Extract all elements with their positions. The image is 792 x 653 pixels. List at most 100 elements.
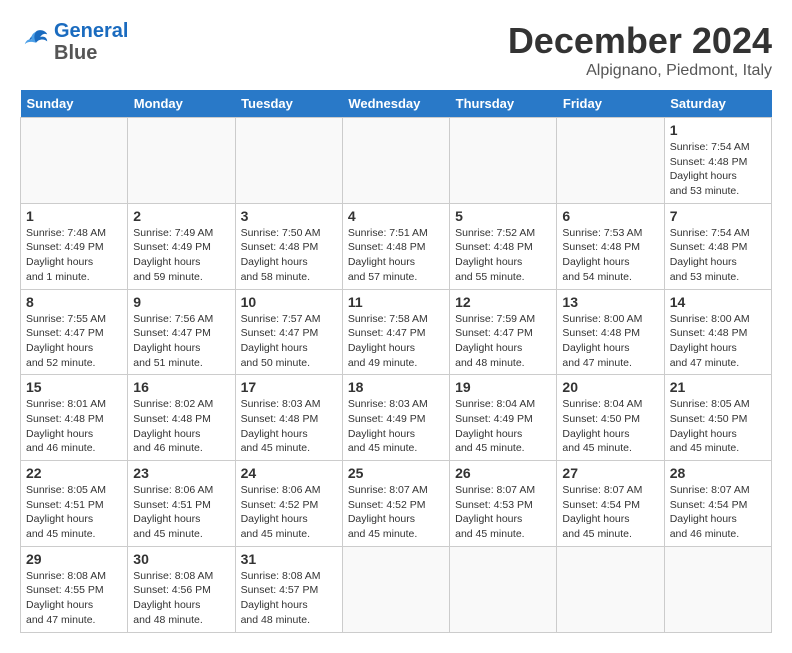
day-number: 8 bbox=[26, 294, 122, 310]
calendar-cell: 18 Sunrise: 8:03 AMSunset: 4:49 PMDayligh… bbox=[342, 375, 449, 461]
day-info: Sunrise: 7:55 AMSunset: 4:47 PMDaylight … bbox=[26, 312, 122, 371]
calendar-cell bbox=[557, 546, 664, 632]
day-info: Sunrise: 8:02 AMSunset: 4:48 PMDaylight … bbox=[133, 397, 229, 456]
calendar-cell: 11Sunrise: 7:58 AMSunset: 4:47 PMDayligh… bbox=[342, 289, 449, 375]
calendar-cell bbox=[342, 118, 449, 204]
day-info: Sunrise: 8:01 AMSunset: 4:48 PMDaylight … bbox=[26, 397, 122, 456]
day-number: 7 bbox=[670, 208, 766, 224]
calendar-cell: 10Sunrise: 7:57 AMSunset: 4:47 PMDayligh… bbox=[235, 289, 342, 375]
day-info: Sunrise: 7:57 AMSunset: 4:47 PMDaylight … bbox=[241, 312, 337, 371]
calendar-week-row: 15 Sunrise: 8:01 AMSunset: 4:48 PMDayligh… bbox=[21, 375, 772, 461]
location: Alpignano, Piedmont, Italy bbox=[508, 62, 772, 80]
calendar-week-row: 1 Sunrise: 7:48 AMSunset: 4:49 PMDaylight… bbox=[21, 203, 772, 289]
calendar-cell: 31 Sunrise: 8:08 AMSunset: 4:57 PMDayligh… bbox=[235, 546, 342, 632]
day-info: Sunrise: 8:03 AMSunset: 4:49 PMDaylight … bbox=[348, 397, 444, 456]
day-number: 21 bbox=[670, 379, 766, 395]
page-header: General Blue December 2024 Alpignano, Pi… bbox=[20, 20, 772, 80]
day-info: Sunrise: 8:07 AMSunset: 4:54 PMDaylight … bbox=[670, 483, 766, 542]
day-number: 28 bbox=[670, 465, 766, 481]
logo: General Blue bbox=[20, 20, 128, 64]
calendar-cell: 30Sunrise: 8:08 AMSunset: 4:56 PMDayligh… bbox=[128, 546, 235, 632]
calendar-cell bbox=[450, 118, 557, 204]
day-info: Sunrise: 8:04 AMSunset: 4:49 PMDaylight … bbox=[455, 397, 551, 456]
day-info: Sunrise: 8:05 AMSunset: 4:51 PMDaylight … bbox=[26, 483, 122, 542]
calendar-cell bbox=[21, 118, 128, 204]
day-info: Sunrise: 8:03 AMSunset: 4:48 PMDaylight … bbox=[241, 397, 337, 456]
logo-text: General Blue bbox=[54, 20, 128, 64]
weekday-header: Tuesday bbox=[235, 90, 342, 118]
day-info: Sunrise: 8:06 AMSunset: 4:52 PMDaylight … bbox=[241, 483, 337, 542]
day-info: Sunrise: 7:52 AMSunset: 4:48 PMDaylight … bbox=[455, 226, 551, 285]
calendar-cell: 2Sunrise: 7:49 AMSunset: 4:49 PMDaylight… bbox=[128, 203, 235, 289]
calendar-header-row: SundayMondayTuesdayWednesdayThursdayFrid… bbox=[21, 90, 772, 118]
calendar-cell: 8 Sunrise: 7:55 AMSunset: 4:47 PMDaylight… bbox=[21, 289, 128, 375]
day-number: 23 bbox=[133, 465, 229, 481]
day-number: 13 bbox=[562, 294, 658, 310]
calendar-cell: 23 Sunrise: 8:06 AMSunset: 4:51 PMDayligh… bbox=[128, 461, 235, 547]
calendar-cell: 7 Sunrise: 7:54 AMSunset: 4:48 PMDaylight… bbox=[664, 203, 771, 289]
day-number: 18 bbox=[348, 379, 444, 395]
day-info: Sunrise: 8:08 AMSunset: 4:57 PMDaylight … bbox=[241, 569, 337, 628]
calendar-cell: 9 Sunrise: 7:56 AMSunset: 4:47 PMDaylight… bbox=[128, 289, 235, 375]
day-number: 12 bbox=[455, 294, 551, 310]
day-info: Sunrise: 7:56 AMSunset: 4:47 PMDaylight … bbox=[133, 312, 229, 371]
weekday-header: Sunday bbox=[21, 90, 128, 118]
calendar-cell: 16Sunrise: 8:02 AMSunset: 4:48 PMDayligh… bbox=[128, 375, 235, 461]
calendar-cell bbox=[664, 546, 771, 632]
calendar-cell: 4Sunrise: 7:51 AMSunset: 4:48 PMDaylight… bbox=[342, 203, 449, 289]
weekday-header: Monday bbox=[128, 90, 235, 118]
day-number: 11 bbox=[348, 294, 444, 310]
day-info: Sunrise: 8:04 AMSunset: 4:50 PMDaylight … bbox=[562, 397, 658, 456]
calendar-cell: 3 Sunrise: 7:50 AMSunset: 4:48 PMDaylight… bbox=[235, 203, 342, 289]
calendar-cell: 27Sunrise: 8:07 AMSunset: 4:54 PMDayligh… bbox=[557, 461, 664, 547]
day-info: Sunrise: 8:07 AMSunset: 4:52 PMDaylight … bbox=[348, 483, 444, 542]
day-number: 31 bbox=[241, 551, 337, 567]
weekday-header: Thursday bbox=[450, 90, 557, 118]
calendar-cell: 5Sunrise: 7:52 AMSunset: 4:48 PMDaylight… bbox=[450, 203, 557, 289]
day-number: 17 bbox=[241, 379, 337, 395]
calendar-cell: 20Sunrise: 8:04 AMSunset: 4:50 PMDayligh… bbox=[557, 375, 664, 461]
day-number: 24 bbox=[241, 465, 337, 481]
day-number: 15 bbox=[26, 379, 122, 395]
day-info: Sunrise: 8:06 AMSunset: 4:51 PMDaylight … bbox=[133, 483, 229, 542]
calendar-week-row: 8 Sunrise: 7:55 AMSunset: 4:47 PMDaylight… bbox=[21, 289, 772, 375]
day-info: Sunrise: 8:00 AMSunset: 4:48 PMDaylight … bbox=[562, 312, 658, 371]
calendar-cell: 29Sunrise: 8:08 AMSunset: 4:55 PMDayligh… bbox=[21, 546, 128, 632]
day-number: 30 bbox=[133, 551, 229, 567]
day-number: 22 bbox=[26, 465, 122, 481]
day-info: Sunrise: 8:08 AMSunset: 4:55 PMDaylight … bbox=[26, 569, 122, 628]
day-info: Sunrise: 7:54 AMSunset: 4:48 PMDaylight … bbox=[670, 140, 766, 199]
calendar-table: SundayMondayTuesdayWednesdayThursdayFrid… bbox=[20, 90, 772, 633]
day-number: 6 bbox=[562, 208, 658, 224]
day-info: Sunrise: 7:50 AMSunset: 4:48 PMDaylight … bbox=[241, 226, 337, 285]
calendar-week-row: 29Sunrise: 8:08 AMSunset: 4:55 PMDayligh… bbox=[21, 546, 772, 632]
calendar-cell: 15 Sunrise: 8:01 AMSunset: 4:48 PMDayligh… bbox=[21, 375, 128, 461]
weekday-header: Friday bbox=[557, 90, 664, 118]
day-info: Sunrise: 8:05 AMSunset: 4:50 PMDaylight … bbox=[670, 397, 766, 456]
calendar-cell bbox=[450, 546, 557, 632]
day-info: Sunrise: 7:51 AMSunset: 4:48 PMDaylight … bbox=[348, 226, 444, 285]
calendar-cell: 1 Sunrise: 7:54 AMSunset: 4:48 PMDaylight… bbox=[664, 118, 771, 204]
day-number: 1 bbox=[26, 208, 122, 224]
day-info: Sunrise: 7:54 AMSunset: 4:48 PMDaylight … bbox=[670, 226, 766, 285]
calendar-cell: 13 Sunrise: 8:00 AMSunset: 4:48 PMDayligh… bbox=[557, 289, 664, 375]
day-info: Sunrise: 7:48 AMSunset: 4:49 PMDaylight … bbox=[26, 226, 122, 285]
calendar-cell bbox=[235, 118, 342, 204]
day-number: 9 bbox=[133, 294, 229, 310]
calendar-cell: 1 Sunrise: 7:48 AMSunset: 4:49 PMDaylight… bbox=[21, 203, 128, 289]
day-number: 1 bbox=[670, 122, 766, 138]
day-number: 3 bbox=[241, 208, 337, 224]
day-info: Sunrise: 7:59 AMSunset: 4:47 PMDaylight … bbox=[455, 312, 551, 371]
day-info: Sunrise: 7:49 AMSunset: 4:49 PMDaylight … bbox=[133, 226, 229, 285]
weekday-header: Saturday bbox=[664, 90, 771, 118]
day-number: 27 bbox=[562, 465, 658, 481]
calendar-cell: 26Sunrise: 8:07 AMSunset: 4:53 PMDayligh… bbox=[450, 461, 557, 547]
calendar-cell: 12 Sunrise: 7:59 AMSunset: 4:47 PMDayligh… bbox=[450, 289, 557, 375]
logo-blue: Blue bbox=[54, 42, 97, 64]
calendar-cell: 25Sunrise: 8:07 AMSunset: 4:52 PMDayligh… bbox=[342, 461, 449, 547]
calendar-cell: 17 Sunrise: 8:03 AMSunset: 4:48 PMDayligh… bbox=[235, 375, 342, 461]
logo-general: General bbox=[54, 20, 128, 42]
calendar-week-row: 1 Sunrise: 7:54 AMSunset: 4:48 PMDaylight… bbox=[21, 118, 772, 204]
calendar-cell bbox=[342, 546, 449, 632]
logo-icon bbox=[22, 26, 50, 54]
